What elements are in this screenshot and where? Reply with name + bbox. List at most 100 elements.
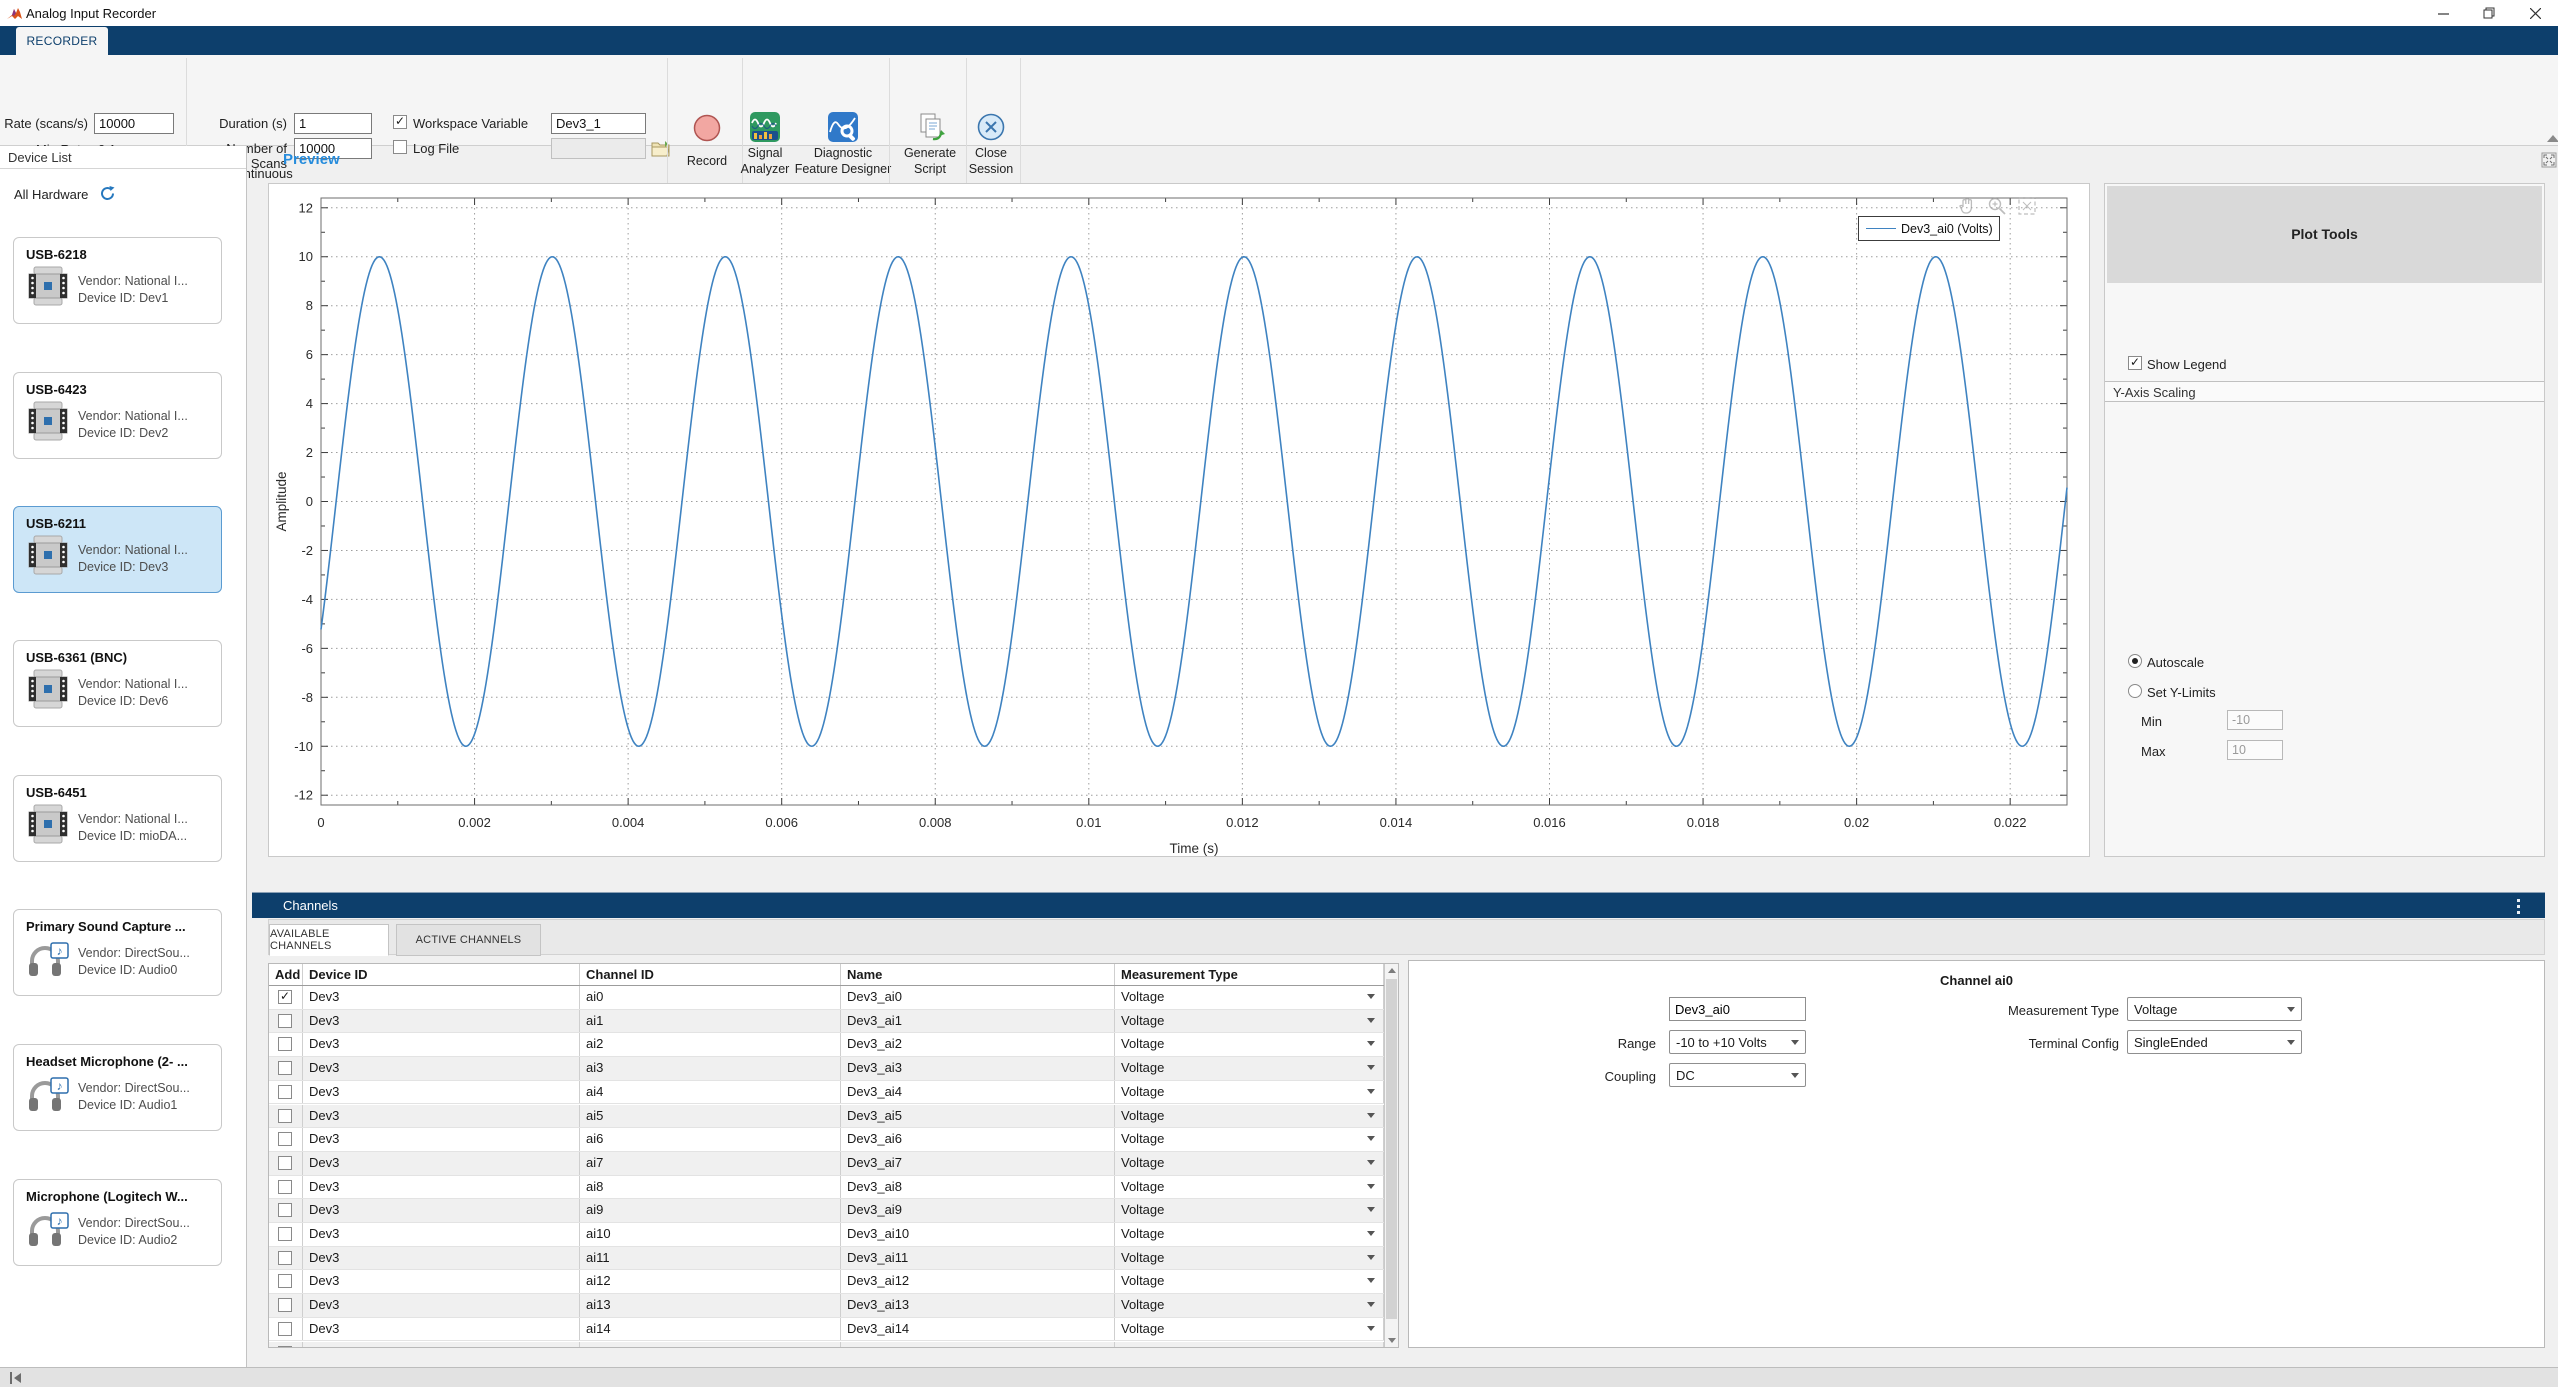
collapse-panel-icon[interactable] (9, 1372, 23, 1384)
restore-view-icon[interactable] (2017, 196, 2037, 216)
channels-menu-icon[interactable] (2517, 899, 2521, 917)
measurement-type-select[interactable]: Voltage (2127, 997, 2302, 1021)
cell-measurement-type[interactable]: Voltage (1115, 1033, 1384, 1056)
table-row[interactable]: ✓Dev3ai11Dev3_ai11Voltage (269, 1247, 1384, 1271)
add-channel-checkbox[interactable]: ✓ (278, 1156, 292, 1170)
duration-input[interactable] (294, 113, 372, 134)
cell-measurement-type[interactable]: Voltage (1115, 1199, 1384, 1222)
rate-input[interactable] (94, 113, 174, 134)
diagnostic-feature-designer-button[interactable]: Diagnostic Feature Designer (788, 145, 898, 177)
refresh-icon[interactable] (99, 185, 116, 202)
collapse-ribbon-icon[interactable] (2547, 135, 2558, 142)
device-card[interactable]: USB-6361 (BNC) Vendor: National I...Devi… (13, 640, 222, 727)
add-channel-checkbox[interactable]: ✓ (278, 990, 292, 1004)
cell-measurement-type[interactable]: Voltage (1115, 1152, 1384, 1175)
generate-script-button[interactable]: Generate Script (895, 145, 965, 177)
cell-measurement-type[interactable]: Voltage (1115, 1294, 1384, 1317)
cell-measurement-type[interactable]: Voltage (1115, 1223, 1384, 1246)
cell-measurement-type[interactable]: Voltage (1115, 1105, 1384, 1128)
channel-name-input[interactable] (1669, 997, 1806, 1021)
range-select[interactable]: -10 to +10 Volts (1669, 1030, 1806, 1054)
add-channel-checkbox[interactable]: ✓ (278, 1227, 292, 1241)
table-row[interactable]: ✓Dev3ai7Dev3_ai7Voltage (269, 1152, 1384, 1176)
add-channel-checkbox[interactable]: ✓ (278, 1251, 292, 1265)
tab-active-channels[interactable]: ACTIVE CHANNELS (396, 924, 541, 956)
table-scrollbar[interactable] (1384, 964, 1398, 1347)
zoom-in-icon[interactable] (1987, 196, 2007, 216)
workspace-variable-input[interactable] (551, 113, 646, 134)
y-axis-scaling-section[interactable]: Y-Axis Scaling (2105, 381, 2544, 402)
preview-plot[interactable]: 00.0020.0040.0060.0080.010.0120.0140.016… (269, 184, 2089, 856)
table-row[interactable]: ✓Dev3ai8Dev3_ai8Voltage (269, 1176, 1384, 1200)
cell-measurement-type[interactable]: Voltage (1115, 1176, 1384, 1199)
diagnostic-feature-designer-icon[interactable] (828, 112, 858, 142)
add-channel-checkbox[interactable]: ✓ (278, 1298, 292, 1312)
device-card[interactable]: Microphone (Logitech W... ♪Vendor: Direc… (13, 1179, 222, 1266)
signal-analyzer-icon[interactable] (750, 112, 780, 142)
column-header[interactable]: Measurement Type (1115, 964, 1384, 985)
add-channel-checkbox[interactable]: ✓ (278, 1274, 292, 1288)
terminal-config-select[interactable]: SingleEnded (2127, 1030, 2302, 1054)
add-channel-checkbox[interactable]: ✓ (278, 1109, 292, 1123)
device-card[interactable]: USB-6211 Vendor: National I...Device ID:… (13, 506, 222, 593)
generate-script-icon[interactable] (916, 112, 946, 142)
table-row[interactable]: ✓Dev3ai4Dev3_ai4Voltage (269, 1081, 1384, 1105)
cell-measurement-type[interactable]: Voltage (1115, 1128, 1384, 1151)
autoscale-radio[interactable] (2128, 654, 2142, 668)
cell-measurement-type[interactable]: Voltage (1115, 1247, 1384, 1270)
table-row[interactable]: ✓Dev3ai12Dev3_ai12Voltage (269, 1270, 1384, 1294)
column-header[interactable]: Channel ID (580, 964, 841, 985)
add-channel-checkbox[interactable]: ✓ (278, 1203, 292, 1217)
add-channel-checkbox[interactable]: ✓ (278, 1346, 292, 1348)
restore-button[interactable] (2466, 0, 2512, 26)
close-session-icon[interactable] (976, 112, 1006, 142)
device-card[interactable]: USB-6218 Vendor: National I...Device ID:… (13, 237, 222, 324)
table-row[interactable]: ✓Dev3ai0Dev3_ai0Voltage (269, 986, 1384, 1010)
cell-measurement-type[interactable]: Voltage (1115, 986, 1384, 1009)
cell-measurement-type[interactable]: Voltage (1115, 1342, 1384, 1348)
table-row[interactable]: ✓Dev3ai13Dev3_ai13Voltage (269, 1294, 1384, 1318)
set-ylimits-radio[interactable] (2128, 684, 2142, 698)
cell-measurement-type[interactable]: Voltage (1115, 1318, 1384, 1341)
table-row[interactable]: ✓Dev3ai14Dev3_ai14Voltage (269, 1318, 1384, 1342)
tab-recorder[interactable]: RECORDER (16, 27, 108, 55)
device-card[interactable]: USB-6451 Vendor: National I...Device ID:… (13, 775, 222, 862)
device-card[interactable]: Primary Sound Capture ... ♪Vendor: Direc… (13, 909, 222, 996)
cell-measurement-type[interactable]: Voltage (1115, 1081, 1384, 1104)
device-card[interactable]: Headset Microphone (2- ... ♪Vendor: Dire… (13, 1044, 222, 1131)
column-header[interactable]: Add (269, 964, 303, 985)
table-row[interactable]: ✓Dev3ai2Dev3_ai2Voltage (269, 1033, 1384, 1057)
cell-measurement-type[interactable]: Voltage (1115, 1010, 1384, 1033)
expand-panel-icon[interactable] (2541, 152, 2557, 168)
cell-measurement-type[interactable]: Voltage (1115, 1057, 1384, 1080)
add-channel-checkbox[interactable]: ✓ (278, 1132, 292, 1146)
plot-legend[interactable]: Dev3_ai0 (Volts) (1858, 216, 2000, 241)
log-file-checkbox[interactable]: ✓ (393, 140, 407, 154)
table-row[interactable]: ✓Dev3ai15Dev3_ai15Voltage (269, 1342, 1384, 1348)
column-header[interactable]: Name (841, 964, 1115, 985)
table-row[interactable]: ✓Dev3ai6Dev3_ai6Voltage (269, 1128, 1384, 1152)
minimize-button[interactable] (2420, 0, 2466, 26)
close-session-button[interactable]: Close Session (956, 145, 1026, 177)
scrollbar-thumb[interactable] (1386, 979, 1397, 1319)
show-legend-checkbox[interactable]: ✓ (2128, 356, 2142, 370)
table-row[interactable]: ✓Dev3ai1Dev3_ai1Voltage (269, 1010, 1384, 1034)
add-channel-checkbox[interactable]: ✓ (278, 1014, 292, 1028)
column-header[interactable]: Device ID (303, 964, 580, 985)
close-window-button[interactable] (2512, 0, 2558, 26)
device-card[interactable]: USB-6423 Vendor: National I...Device ID:… (13, 372, 222, 459)
coupling-select[interactable]: DC (1669, 1063, 1806, 1087)
add-channel-checkbox[interactable]: ✓ (278, 1085, 292, 1099)
browse-folder-icon[interactable] (651, 139, 671, 158)
record-icon[interactable] (693, 114, 721, 142)
pan-icon[interactable] (1957, 196, 1977, 216)
workspace-variable-checkbox[interactable]: ✓ (393, 115, 407, 129)
add-channel-checkbox[interactable]: ✓ (278, 1061, 292, 1075)
table-row[interactable]: ✓Dev3ai3Dev3_ai3Voltage (269, 1057, 1384, 1081)
cell-measurement-type[interactable]: Voltage (1115, 1270, 1384, 1293)
add-channel-checkbox[interactable]: ✓ (278, 1322, 292, 1336)
tab-available-channels[interactable]: AVAILABLE CHANNELS (269, 924, 389, 956)
add-channel-checkbox[interactable]: ✓ (278, 1037, 292, 1051)
table-row[interactable]: ✓Dev3ai10Dev3_ai10Voltage (269, 1223, 1384, 1247)
add-channel-checkbox[interactable]: ✓ (278, 1180, 292, 1194)
